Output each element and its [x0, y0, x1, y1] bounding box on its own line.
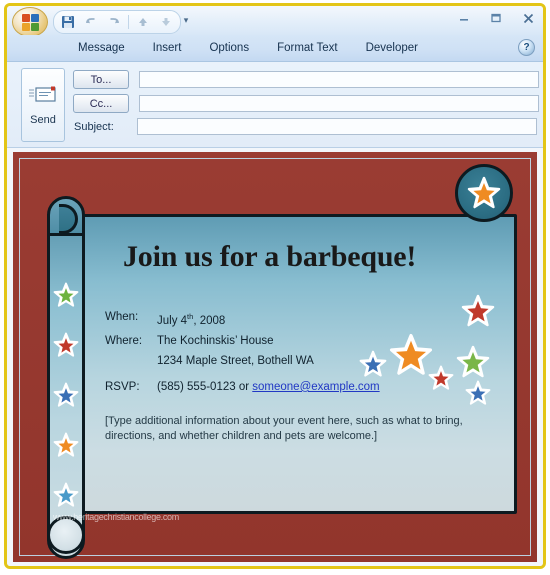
star-lightblue-icon	[53, 482, 79, 507]
toolbar-separator	[128, 15, 129, 29]
maximize-button[interactable]	[485, 8, 507, 28]
where-label: Where:	[105, 334, 143, 347]
tab-message[interactable]: Message	[64, 39, 139, 58]
next-item-icon[interactable]	[156, 13, 176, 31]
when-label: When:	[105, 311, 139, 323]
subject-input[interactable]	[137, 118, 537, 135]
compose-header: Send To... Cc... Subject:	[7, 62, 543, 148]
when-date-pre: July 4	[157, 314, 188, 327]
invitation-details: When: July 4th, 2008 Where: The Kochinsk…	[105, 307, 435, 397]
previous-item-icon[interactable]	[133, 13, 153, 31]
subject-label: Subject:	[74, 120, 114, 133]
send-button[interactable]: Send	[21, 68, 65, 142]
subject-field-row: Subject:	[73, 118, 537, 135]
undo-icon[interactable]	[81, 13, 101, 31]
star-orange-icon	[53, 432, 79, 457]
message-body[interactable]: Join us for a barbeque! When: July 4th, …	[7, 148, 543, 566]
star-red-icon	[53, 332, 79, 357]
star-blue-icon	[53, 382, 79, 407]
customize-quick-access-toolbar-icon[interactable]: ▾	[179, 12, 193, 28]
send-envelope-icon	[28, 85, 58, 110]
help-icon[interactable]: ?	[518, 39, 535, 56]
star-red-large-icon	[461, 294, 495, 327]
window-controls	[453, 8, 539, 28]
rsvp-row: RSVP: (585) 555-0123 or someone@example.…	[105, 377, 435, 397]
redo-icon[interactable]	[104, 13, 124, 31]
ribbon-tab-strip: Message Insert Options Format Text Devel…	[7, 35, 543, 62]
close-button[interactable]	[517, 8, 539, 28]
rsvp-phone: (585) 555-0123 or	[157, 380, 253, 393]
rsvp-value: (585) 555-0123 or someone@example.com	[157, 377, 435, 397]
star-orange-curl-icon	[467, 176, 501, 209]
invitation-title: Join us for a barbeque!	[123, 240, 417, 273]
when-value: July 4th, 2008	[157, 307, 435, 331]
outlook-compose-window: ▾ Message Insert Options Format Text Dev…	[4, 3, 546, 569]
scroll-curl-top-right	[455, 164, 513, 222]
star-blue-bottom-icon	[465, 380, 491, 405]
to-button[interactable]: To...	[73, 70, 129, 89]
office-button[interactable]	[12, 7, 48, 37]
cc-input[interactable]	[139, 95, 539, 112]
where-row-line2: 1234 Maple Street, Bothell WA	[105, 351, 435, 371]
where-value-line2: 1234 Maple Street, Bothell WA	[157, 354, 314, 367]
where-value-line1: The Kochinskis’ House	[157, 334, 274, 347]
tab-developer[interactable]: Developer	[352, 39, 432, 58]
when-date-post: , 2008	[193, 314, 226, 327]
tab-format-text[interactable]: Format Text	[263, 39, 352, 58]
cc-field-row: Cc...	[73, 94, 539, 113]
star-green-icon	[53, 282, 79, 307]
quick-access-toolbar	[53, 10, 181, 34]
tab-insert[interactable]: Insert	[139, 39, 196, 58]
title-bar: ▾	[7, 6, 543, 37]
cc-button[interactable]: Cc...	[73, 94, 129, 113]
rsvp-label: RSVP:	[105, 380, 140, 393]
to-field-row: To...	[73, 70, 539, 89]
save-icon[interactable]	[58, 13, 78, 31]
to-input[interactable]	[139, 71, 539, 88]
invitation-placeholder-text[interactable]: [Type additional information about your …	[105, 414, 505, 444]
rsvp-email-link[interactable]: someone@example.com	[252, 381, 379, 393]
when-row: When: July 4th, 2008	[105, 307, 435, 331]
where-row: Where: The Kochinskis’ House	[105, 331, 435, 351]
tab-options[interactable]: Options	[195, 39, 263, 58]
star-green-medium-icon	[456, 345, 490, 378]
where-label-spacer	[105, 351, 157, 371]
minimize-button[interactable]	[453, 8, 475, 28]
office-logo-icon	[21, 13, 39, 31]
invitation-graphic: Join us for a barbeque! When: July 4th, …	[13, 152, 537, 562]
watermark-text: www.heritagechristiancollege.com	[53, 512, 179, 522]
send-button-label: Send	[30, 113, 56, 126]
